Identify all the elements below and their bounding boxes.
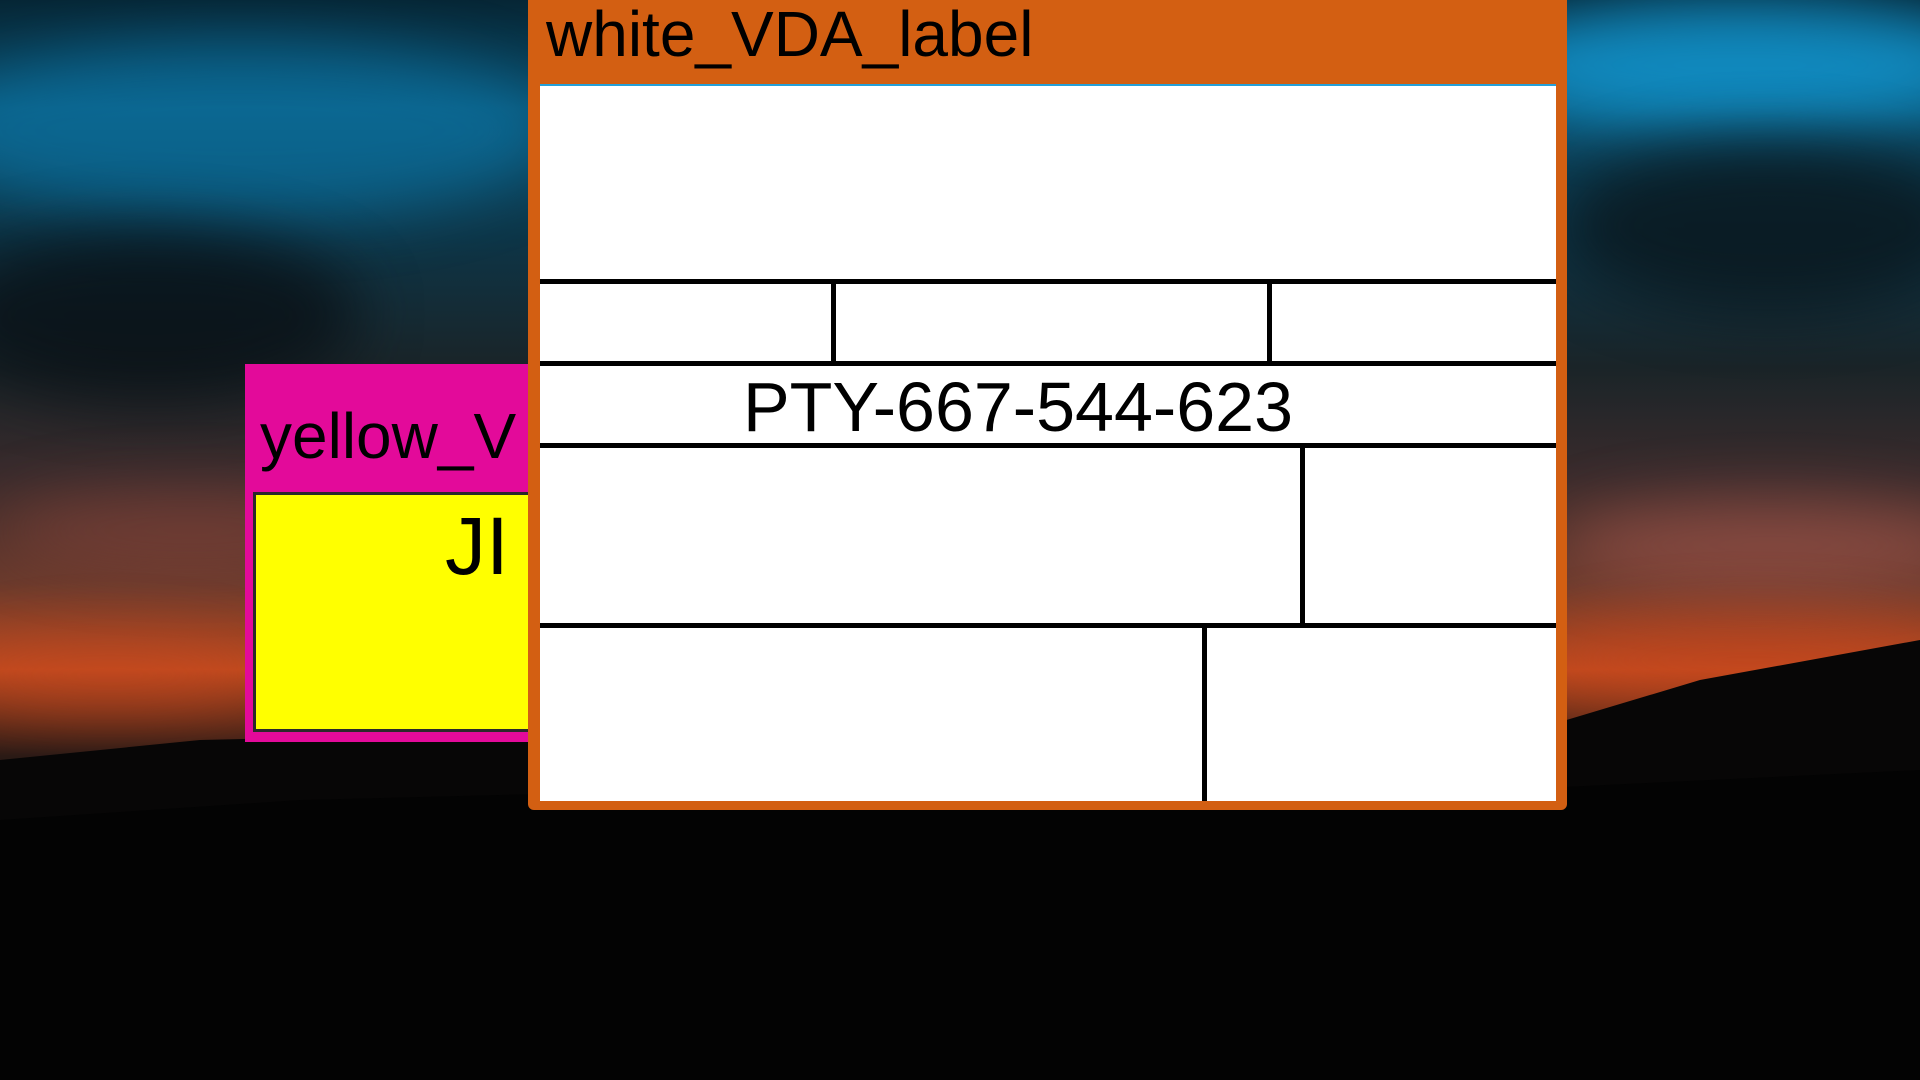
vda-label-content: PTY-667-544-623 xyxy=(540,84,1556,801)
white-vda-label-window[interactable]: white_VDA_label PTY-667-544-623 xyxy=(528,0,1567,810)
yellow-window-title: yellow_V xyxy=(260,400,517,472)
yellow-vda-window[interactable]: yellow_V JI xyxy=(245,364,545,742)
label-divider xyxy=(1267,279,1272,361)
label-divider xyxy=(540,443,1556,448)
tracking-number: PTY-667-544-623 xyxy=(742,368,1294,446)
label-divider xyxy=(540,279,1556,284)
label-divider xyxy=(540,623,1556,628)
white-window-title: white_VDA_label xyxy=(546,0,1034,70)
label-divider xyxy=(831,279,836,361)
label-divider xyxy=(1202,623,1207,801)
label-divider xyxy=(1300,443,1305,623)
yellow-window-text: JI xyxy=(445,501,509,592)
label-divider xyxy=(540,361,1556,366)
